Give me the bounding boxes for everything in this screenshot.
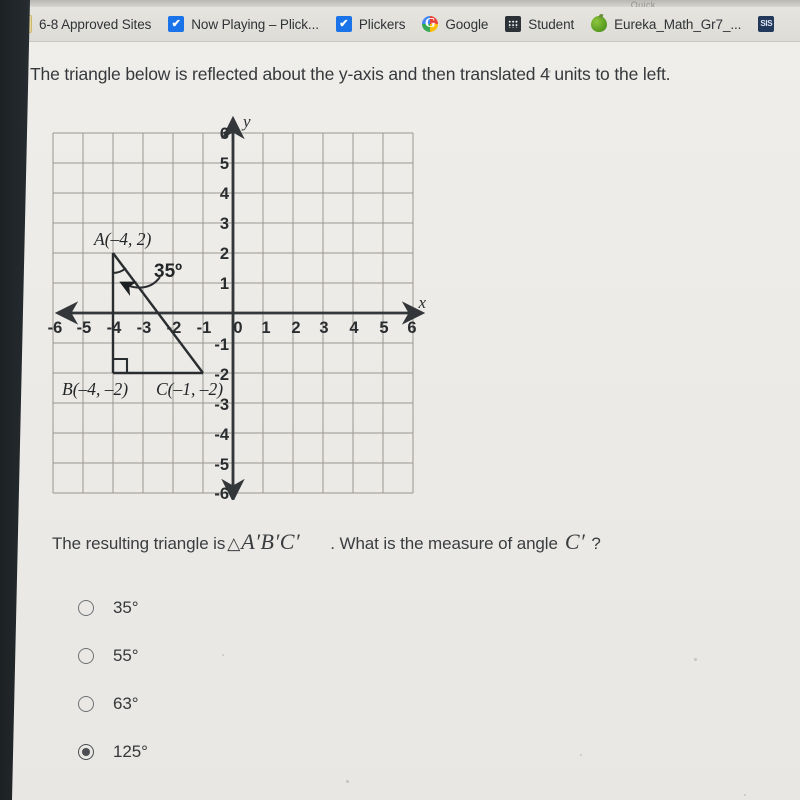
answer-option-2[interactable]: 55° [78,646,139,666]
bookmark-item[interactable]: Eureka_Math_Gr7_... [591,16,741,32]
radio-button[interactable] [78,600,94,616]
checkbox-icon: ✔ [335,16,352,32]
angle-measure-label: 35º [154,261,182,282]
svg-text:0: 0 [233,319,242,337]
vertex-label-C: C(–1, –2) [156,379,223,399]
followup-question: The resulting triangle is △ A′B′C′ . Wha… [52,529,782,555]
angle-prime-label: C′ [564,529,586,554]
svg-text:-6: -6 [214,485,229,500]
answer-option-3[interactable]: 63° [78,694,139,714]
google-icon [422,16,439,32]
followup-end: ? [591,534,601,553]
svg-text:-3: -3 [137,319,152,337]
apple-icon [591,16,608,32]
followup-prefix: The resulting triangle is [52,534,226,553]
sis-icon: SIS [758,16,775,32]
coordinate-plane-svg: x y -6 -5 -4 -3 -2 -1 0 1 2 3 4 5 6 [48,112,426,500]
svg-text:3: 3 [319,319,328,337]
cutoff-tab-text: ...Quick [622,0,656,7]
svg-text:4: 4 [220,185,230,203]
svg-text:1: 1 [220,275,229,293]
dust-speck [694,658,697,661]
answer-option-label: 125° [113,742,148,761]
vertex-label-A: A(–4, 2) [93,229,152,249]
answer-option-label: 35° [113,598,139,617]
question-page: The triangle below is reflected about th… [0,42,800,800]
bookmark-item[interactable]: ✔ Now Playing – Plick... [168,16,319,32]
x-axis-label: x [417,293,426,312]
bookmark-item[interactable]: SIS [758,16,775,32]
answer-option-label: 55° [113,646,139,665]
bookmark-label: Eureka_Math_Gr7_... [614,16,742,32]
svg-text:5: 5 [220,155,229,173]
dust-speck [744,794,746,796]
bookmark-item[interactable]: Student [505,16,574,32]
svg-text:2: 2 [291,319,300,337]
bookmark-label: Now Playing – Plick... [191,16,319,32]
grid-dots-icon [505,16,522,32]
dust-speck [346,780,349,783]
radio-button[interactable] [78,696,94,712]
svg-text:-1: -1 [214,336,229,354]
coordinate-plane-figure: x y -6 -5 -4 -3 -2 -1 0 1 2 3 4 5 6 [46,105,426,500]
svg-text:6: 6 [407,319,416,337]
svg-text:5: 5 [379,319,388,337]
bookmarks-bar: 6-8 Approved Sites ✔ Now Playing – Plick… [0,7,800,42]
svg-text:2: 2 [220,245,229,263]
right-angle-marker [113,357,129,373]
screen-photo: ...Quick 6-8 Approved Sites ✔ Now Playin… [0,0,800,800]
dust-speck [580,754,582,756]
answer-option-4[interactable]: 125° [78,742,148,762]
vertex-label-B: B(–4, –2) [62,379,128,399]
question-prompt: The triangle below is reflected about th… [30,64,671,84]
radio-button-selected[interactable] [78,744,94,760]
bookmark-item[interactable]: 6-8 Approved Sites [14,13,152,33]
bookmark-label: Google [445,16,489,32]
answer-option-label: 63° [113,694,139,713]
bookmark-label: 6-8 Approved Sites [39,16,152,32]
bookmark-label: Student [528,16,575,32]
bookmark-item[interactable]: Google [422,16,488,32]
dust-speck [222,654,224,656]
checkbox-icon: ✔ [168,16,185,32]
angle-arc-A [112,267,127,274]
bookmark-item[interactable]: ✔ Plickers [335,16,406,32]
svg-text:4: 4 [349,319,359,337]
svg-text:3: 3 [220,215,229,233]
svg-text:-5: -5 [77,319,92,337]
triangle-symbol-icon: △ [227,534,241,553]
answer-option-1[interactable]: 35° [78,598,139,618]
dust-speck [548,70,551,73]
svg-text:-6: -6 [48,319,63,337]
svg-text:-1: -1 [197,319,212,337]
y-axis-label: y [241,112,251,131]
svg-text:6: 6 [220,125,229,143]
followup-middle: . What is the measure of angle [330,534,558,553]
svg-text:-4: -4 [214,426,229,444]
triangle-prime-label: A′B′C′ [241,529,301,554]
svg-text:-5: -5 [214,456,229,474]
bookmark-label: Plickers [358,16,406,32]
svg-text:1: 1 [261,319,270,337]
radio-button[interactable] [78,648,94,664]
svg-text:-4: -4 [107,319,122,337]
